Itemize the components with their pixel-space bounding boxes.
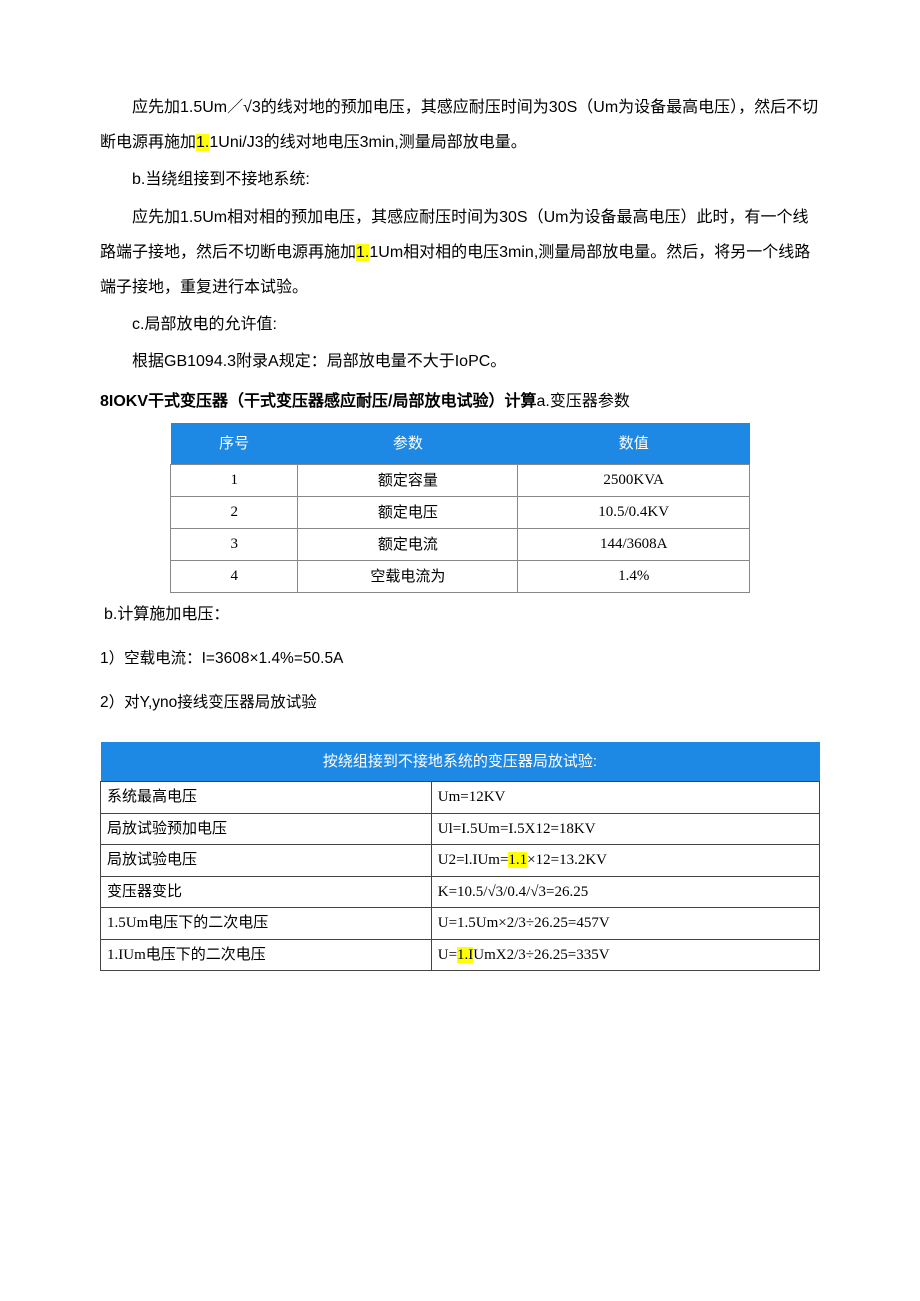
details-title-row: 按绕组接到不接地系统的变压器局放试验: [101, 742, 820, 782]
table-row: 局放试验预加电压 Ul=I.5Um=I.5X12=18KV [101, 813, 820, 845]
section-title: 8IOKV干式变压器（干式变压器感应耐压/局部放电试验）计算a.变压器参数 [100, 384, 820, 419]
paragraph-3: 应先加1.5Um相对相的预加电压，其感应耐压时间为30S（Um为设备最高电压）此… [100, 200, 820, 306]
cell-label: 1.IUm电压下的二次电压 [101, 939, 432, 971]
cell-label: 局放试验预加电压 [101, 813, 432, 845]
cell-label: 局放试验电压 [101, 845, 432, 877]
highlight-4: 1.I [457, 947, 473, 963]
cell-v: 144/3608A [518, 528, 750, 560]
cell-label: 1.5Um电压下的二次电压 [101, 908, 432, 940]
section-title-sub: a.变压器参数 [536, 393, 629, 410]
table-row: 1.5Um电压下的二次电压 U=1.5Um×2/3÷26.25=457V [101, 908, 820, 940]
table-row: 系统最高电压 Um=12KV [101, 782, 820, 814]
cell-label: 变压器变比 [101, 876, 432, 908]
cell-n: 1 [171, 464, 298, 496]
cell-value: Ul=I.5Um=I.5X12=18KV [431, 813, 819, 845]
cell-v: 1.4% [518, 560, 750, 592]
highlight-1: 1. [196, 134, 209, 151]
table-row: 3 额定电流 144/3608A [171, 528, 750, 560]
cell-n: 2 [171, 496, 298, 528]
table-row: 变压器变比 K=10.5/√3/0.4/√3=26.25 [101, 876, 820, 908]
details-title: 按绕组接到不接地系统的变压器局放试验: [101, 742, 820, 782]
cell-v: 2500KVA [518, 464, 750, 496]
cell-p: 额定电流 [298, 528, 518, 560]
paragraph-4: c.局部放电的允许值: [100, 307, 820, 342]
p1-text-b: 1Uni/J3的线对地电压3min,测量局部放电量。 [209, 134, 526, 151]
paragraph-2: b.当绕组接到不接地系统: [100, 162, 820, 197]
cell-v: 10.5/0.4KV [518, 496, 750, 528]
cell-value: U=1.IUmX2/3÷26.25=335V [431, 939, 819, 971]
paragraph-5: 根据GB1094.3附录A规定：局部放电量不大于IoPC。 [100, 344, 820, 379]
cell-p: 额定容量 [298, 464, 518, 496]
highlight-2: 1. [356, 244, 369, 261]
params-header-1: 序号 [171, 423, 298, 465]
cell-value: K=10.5/√3/0.4/√3=26.25 [431, 876, 819, 908]
highlight-3: 1.1 [508, 852, 527, 868]
calc-line-2: 2）对Y,yno接线变压器局放试验 [100, 686, 820, 720]
calc-b: b.计算施加电压： [104, 597, 820, 632]
cell-value: Um=12KV [431, 782, 819, 814]
params-header-3: 数值 [518, 423, 750, 465]
cell-p: 额定电压 [298, 496, 518, 528]
cell-n: 3 [171, 528, 298, 560]
table-row: 2 额定电压 10.5/0.4KV [171, 496, 750, 528]
paragraph-1: 应先加1.5Um／√3的线对地的预加电压，其感应耐压时间为30S（Um为设备最高… [100, 90, 820, 160]
params-header-row: 序号 参数 数值 [171, 423, 750, 465]
table-row: 1.IUm电压下的二次电压 U=1.IUmX2/3÷26.25=335V [101, 939, 820, 971]
details-table: 按绕组接到不接地系统的变压器局放试验: 系统最高电压 Um=12KV 局放试验预… [100, 742, 820, 971]
cell-value: U=1.5Um×2/3÷26.25=457V [431, 908, 819, 940]
table-row: 局放试验电压 U2=l.IUm=1.1×12=13.2KV [101, 845, 820, 877]
cell-p: 空载电流为 [298, 560, 518, 592]
cell-label: 系统最高电压 [101, 782, 432, 814]
params-header-2: 参数 [298, 423, 518, 465]
table-row: 1 额定容量 2500KVA [171, 464, 750, 496]
cell-n: 4 [171, 560, 298, 592]
cell-value: U2=l.IUm=1.1×12=13.2KV [431, 845, 819, 877]
params-table: 序号 参数 数值 1 额定容量 2500KVA 2 额定电压 10.5/0.4K… [170, 423, 750, 593]
section-title-bold: 8IOKV干式变压器（干式变压器感应耐压/局部放电试验）计算 [100, 393, 536, 410]
calc-line-1: 1）空载电流：I=3608×1.4%=50.5A [100, 642, 820, 676]
table-row: 4 空载电流为 1.4% [171, 560, 750, 592]
